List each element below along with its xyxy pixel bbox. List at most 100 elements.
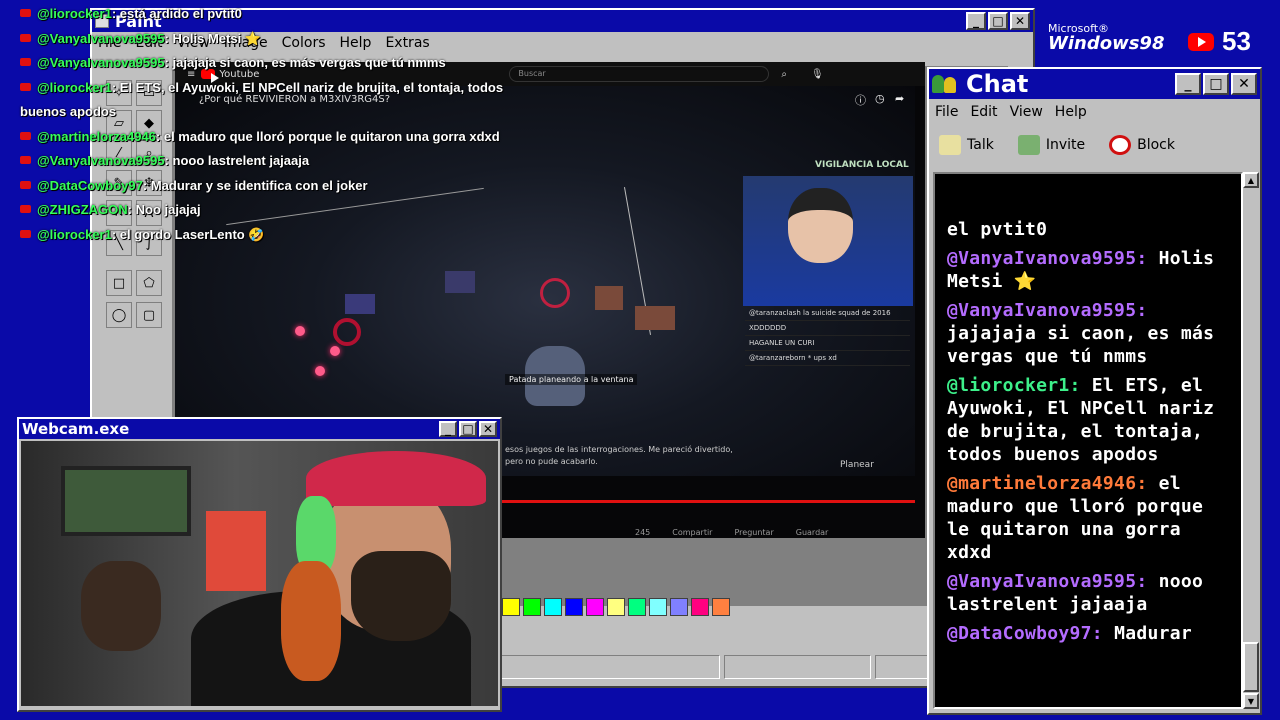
chat-message-text: el pvtit0 — [947, 219, 1048, 240]
block-button[interactable]: Block — [1109, 135, 1175, 155]
maximize-button[interactable]: □ — [1203, 73, 1229, 95]
youtube-icon — [20, 205, 31, 213]
mini-chat: @taranzaclash la suicide squad de 2016 XD… — [745, 306, 910, 366]
search-icon[interactable]: ⌕ — [781, 69, 787, 80]
webcam-feed — [21, 441, 498, 706]
chat-message-user: @liorocker1: — [947, 375, 1081, 396]
color-swatch[interactable] — [502, 598, 520, 616]
minimize-button[interactable]: _ — [1175, 73, 1201, 95]
chat-menu-edit[interactable]: Edit — [970, 104, 997, 120]
clock-icon[interactable]: ◷ — [875, 92, 885, 105]
close-button[interactable]: ✕ — [1010, 12, 1030, 30]
webcam-title: Webcam.exe — [22, 420, 130, 438]
chat-message: @VanyaIvanova9595: nooo lastrelent jajaa… — [947, 570, 1231, 616]
overlay-chat-line: @VanyaIvanova9595: nooo lastrelent jajaa… — [20, 149, 530, 174]
chat-menu-help[interactable]: Help — [1055, 104, 1087, 120]
chat-menu-file[interactable]: File — [935, 104, 958, 120]
minimize-button[interactable]: _ — [439, 421, 457, 437]
crate — [635, 306, 675, 330]
maximize-button[interactable]: □ — [988, 12, 1008, 30]
close-button[interactable]: ✕ — [1231, 73, 1257, 95]
color-swatch[interactable] — [607, 598, 625, 616]
talk-button[interactable]: Talk — [939, 135, 994, 155]
color-swatch[interactable] — [523, 598, 541, 616]
target-ring — [540, 278, 570, 308]
chat-message-user: @VanyaIvanova9595: — [947, 248, 1148, 269]
windows98-label: Windows98 — [1048, 33, 1165, 54]
color-swatch[interactable] — [565, 598, 583, 616]
minimize-button[interactable]: _ — [966, 12, 986, 30]
mini-chat-line: HAGANLE UN CURI — [745, 336, 910, 351]
video-action-button[interactable]: Preguntar — [734, 528, 773, 537]
overlay-chat-line: @DataCowboy97: Madurar y se identifica c… — [20, 174, 530, 199]
chat-message-user: @VanyaIvanova9595: — [947, 571, 1148, 592]
rectangle-tool[interactable]: □ — [106, 270, 132, 296]
chat-message-user: @DataCowboy97: — [947, 623, 1103, 644]
color-palette — [502, 598, 733, 616]
video-action-button[interactable]: 245 — [635, 528, 650, 537]
maximize-button[interactable]: □ — [459, 421, 477, 437]
youtube-icon — [20, 156, 31, 164]
color-swatch[interactable] — [649, 598, 667, 616]
color-swatch[interactable] — [670, 598, 688, 616]
chat-titlebar[interactable]: Chat _ □ ✕ — [929, 69, 1260, 99]
scroll-thumb[interactable] — [1243, 642, 1259, 692]
invite-label: Invite — [1045, 137, 1086, 153]
youtube-icon — [20, 58, 31, 66]
status-cell — [500, 655, 720, 679]
streamer-head — [788, 188, 853, 263]
webcam-window: Webcam.exe _ □ ✕ — [17, 417, 502, 712]
scroll-down-arrow[interactable]: ▼ — [1243, 693, 1259, 709]
overlay-chat-text: : está ardido el pvtit0 — [111, 6, 242, 21]
rounded-rect-tool[interactable]: ▢ — [136, 302, 162, 328]
platform — [445, 271, 475, 293]
youtube-icon — [20, 82, 31, 91]
video-action-button[interactable]: Compartir — [672, 528, 712, 537]
chat-message: @liorocker1: El ETS, el Ayuwoki, El NPCe… — [947, 374, 1231, 466]
overlay-chat-text: : Madurar y se identifica con el joker — [142, 177, 368, 193]
overlay-chat-user: @DataCowboy97 — [37, 177, 143, 193]
info-icon[interactable]: ⓘ — [855, 92, 866, 108]
overlay-chat-text: : el gordo LaserLento 🤣 — [111, 226, 265, 242]
video-action-button[interactable]: Guardar — [796, 528, 829, 537]
color-swatch[interactable] — [712, 598, 730, 616]
overlay-chat-line: @VanyaIvanova9595: Holis Metsi ⭐ — [20, 27, 530, 52]
chat-message-user: @VanyaIvanova9595: — [947, 300, 1148, 321]
talk-icon — [939, 135, 961, 155]
webcam-titlebar[interactable]: Webcam.exe _ □ ✕ — [19, 419, 500, 439]
invite-button[interactable]: Invite — [1017, 135, 1086, 155]
orange-hair — [281, 561, 341, 681]
ellipse-tool[interactable]: ◯ — [106, 302, 132, 328]
overlay-chat-line: @liorocker1: está ardido el pvtit0 — [20, 2, 530, 27]
overlay-chat-user: @liorocker1 — [37, 79, 112, 95]
close-button[interactable]: ✕ — [479, 421, 497, 437]
overlay-chat-line: @VanyaIvanova9595: jajajaja si caon, es … — [20, 51, 530, 76]
progress-bar[interactable] — [495, 500, 915, 503]
color-swatch[interactable] — [586, 598, 604, 616]
share-icon[interactable]: ➦ — [895, 92, 904, 105]
chat-messages-panel: el pvtit0 @VanyaIvanova9595: Holis Metsi … — [933, 172, 1243, 709]
status-cell — [723, 655, 872, 679]
crate — [595, 286, 623, 310]
overlay-chat-user: @liorocker1 — [37, 226, 112, 242]
color-swatch[interactable] — [544, 598, 562, 616]
enemy-marker — [330, 346, 340, 356]
chat-message: @martinelorza4946: el maduro que lloró p… — [947, 472, 1231, 564]
youtube-search-input[interactable]: Buscar — [509, 66, 770, 82]
chat-message-user: @martinelorza4946: — [947, 473, 1148, 494]
vigilancia-label: VIGILANCIA LOCAL — [815, 160, 909, 170]
subtitles: esos juegos de las interrogaciones. Me p… — [505, 444, 733, 468]
mic-icon[interactable]: 🎙 — [811, 69, 824, 80]
chat-scrollbar[interactable]: ▲ ▼ — [1243, 172, 1259, 709]
chat-menu-view[interactable]: View — [1010, 104, 1043, 120]
enemy-marker — [315, 366, 325, 376]
scroll-up-arrow[interactable]: ▲ — [1243, 172, 1259, 188]
polygon-tool[interactable]: ⬠ — [136, 270, 162, 296]
youtube-icon — [20, 180, 31, 189]
color-swatch[interactable] — [628, 598, 646, 616]
chat-message: @VanyaIvanova9595: Holis Metsi ⭐ — [947, 247, 1231, 293]
color-swatch[interactable] — [691, 598, 709, 616]
chat-window: Chat _ □ ✕ File Edit View Help Talk Invite … — [927, 67, 1262, 715]
youtube-icon — [20, 33, 31, 42]
overlay-chat-user: @VanyaIvanova9595 — [37, 153, 165, 168]
